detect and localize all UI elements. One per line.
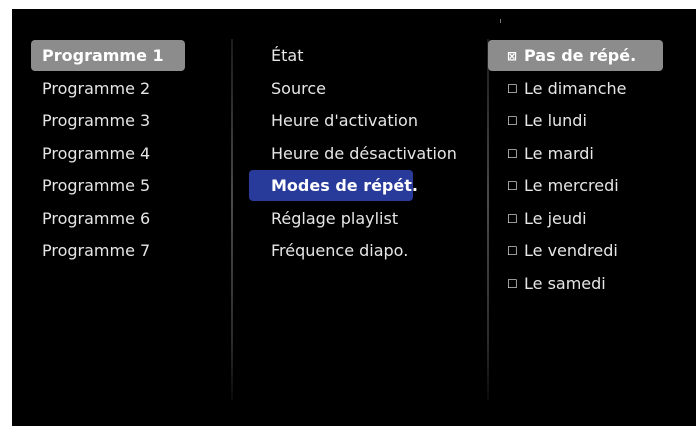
setting-item-heure-activation[interactable]: Heure d'activation xyxy=(249,105,469,138)
repeat-option[interactable]: ☐ Le mardi xyxy=(488,138,663,171)
checkbox-icon: ☐ xyxy=(507,81,518,96)
checkbox-icon: ☐ xyxy=(507,211,518,226)
programme-list: Programme 1 Programme 2 Programme 3 Prog… xyxy=(31,40,185,268)
setting-item-etat[interactable]: État xyxy=(249,40,469,73)
checkbox-icon: ☐ xyxy=(507,114,518,128)
programme-item[interactable]: Programme 1 xyxy=(31,40,185,71)
programme-item[interactable]: Programme 2 xyxy=(31,73,185,106)
setting-item-modes-repet[interactable]: Modes de répét. xyxy=(249,170,418,201)
column-divider xyxy=(231,39,233,401)
programme-item[interactable]: Programme 4 xyxy=(31,138,185,171)
setting-item-heure-desactivation[interactable]: Heure de désactivation xyxy=(249,138,469,171)
programme-item[interactable]: Programme 7 xyxy=(31,235,185,268)
repeat-option[interactable]: ☐ Le samedi xyxy=(488,268,663,301)
checkbox-icon: ☐ xyxy=(507,179,518,193)
repeat-option-label: Le mardi xyxy=(524,143,594,163)
setting-item-source[interactable]: Source xyxy=(249,73,469,106)
setting-item-frequence-diapo[interactable]: Fréquence diapo. xyxy=(249,235,469,268)
repeat-option[interactable]: ☐ Le vendredi xyxy=(488,235,663,268)
checkbox-icon: ☐ xyxy=(507,244,518,258)
repeat-option[interactable]: ⊠ Pas de répé. xyxy=(488,40,663,71)
repeat-option-label: Le lundi xyxy=(524,111,587,130)
programme-item[interactable]: Programme 5 xyxy=(31,170,185,203)
repeat-option-label: Le vendredi xyxy=(524,241,618,260)
programme-item[interactable]: Programme 6 xyxy=(31,203,185,236)
repeat-option[interactable]: ☐ Le dimanche xyxy=(488,73,663,106)
programme-item[interactable]: Programme 3 xyxy=(31,105,185,138)
repeat-options-list: ⊠ Pas de répé. ☐ Le dimanche ☐ Le lundi ☐ Le… xyxy=(488,40,663,300)
setting-item-reglage-playlist[interactable]: Réglage playlist xyxy=(249,203,469,236)
repeat-option-label: Le samedi xyxy=(524,273,606,293)
osd-screen: Programme 1 Programme 2 Programme 3 Prog… xyxy=(12,9,696,426)
checkbox-icon: ☐ xyxy=(507,276,518,291)
settings-list: État Source Heure d'activation Heure de … xyxy=(249,40,469,268)
repeat-option-label: Pas de répé. xyxy=(524,46,637,65)
repeat-option[interactable]: ☐ Le lundi xyxy=(488,105,663,138)
repeat-option[interactable]: ☐ Le mercredi xyxy=(488,170,663,203)
repeat-option-label: Le jeudi xyxy=(524,208,587,228)
repeat-option[interactable]: ☐ Le jeudi xyxy=(488,203,663,236)
repeat-option-label: Le dimanche xyxy=(524,78,627,98)
checkbox-icon: ☐ xyxy=(507,146,518,161)
checkbox-checked-icon: ⊠ xyxy=(507,49,518,63)
repeat-option-label: Le mercredi xyxy=(524,176,619,195)
top-marker xyxy=(500,19,501,23)
